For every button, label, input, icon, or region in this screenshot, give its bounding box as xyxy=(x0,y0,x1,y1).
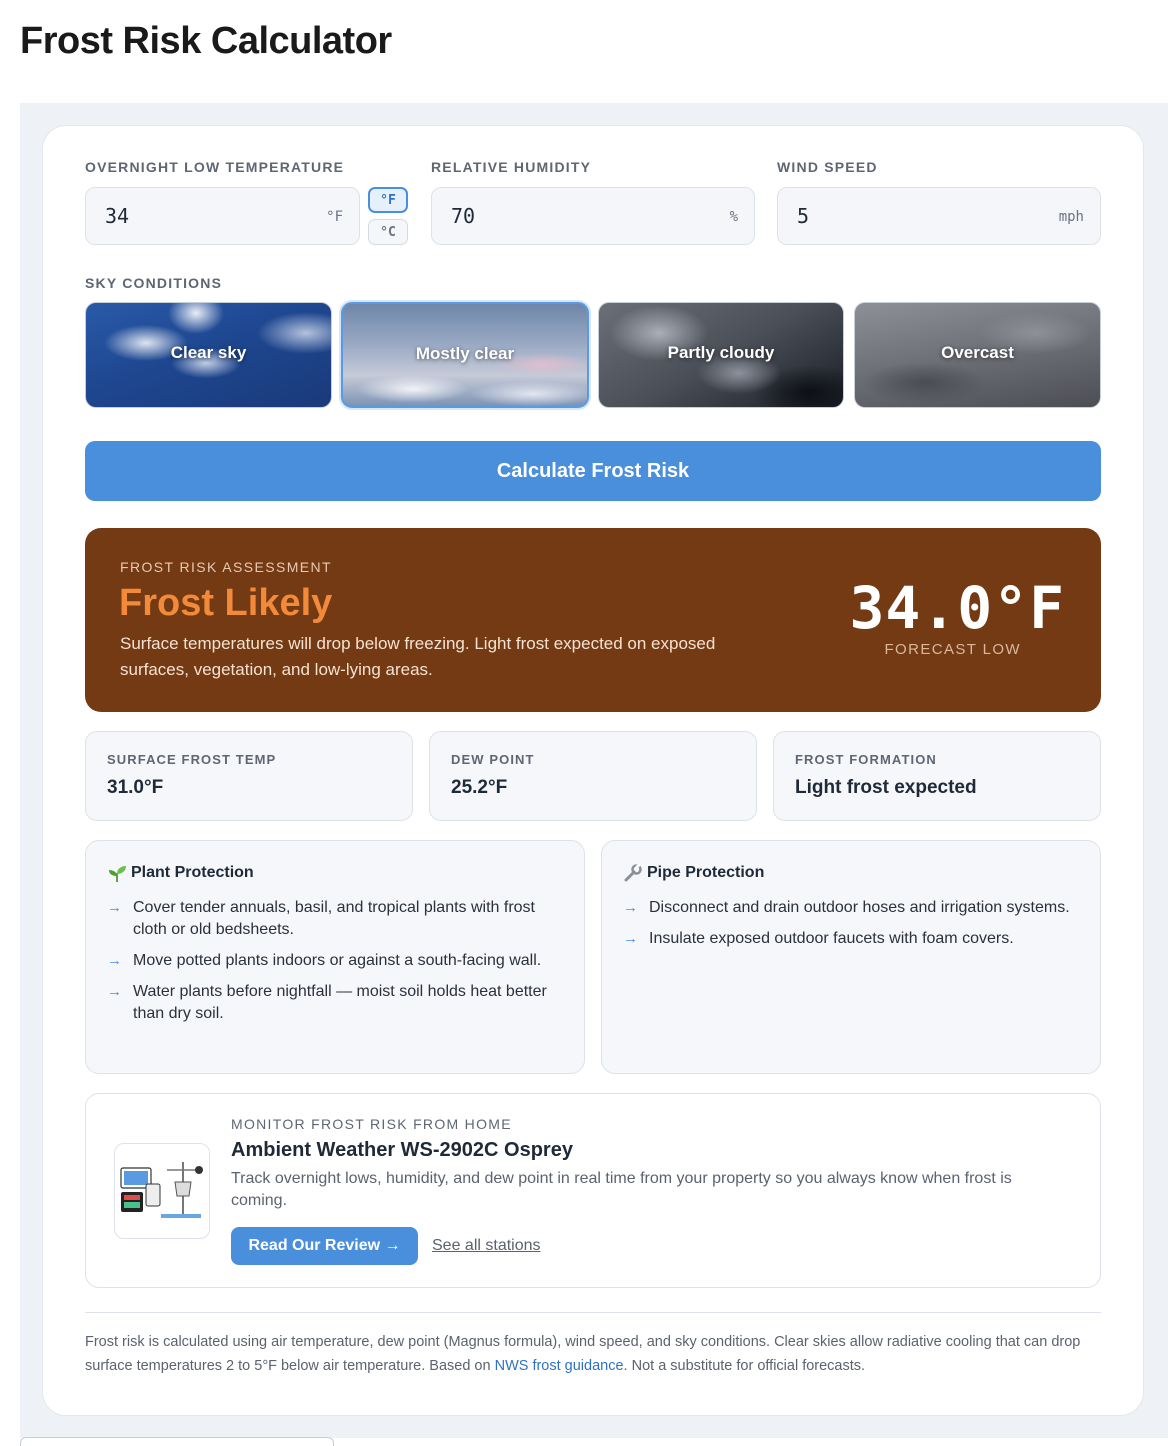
pipe-protection-card: Pipe Protection → Disconnect and drain ou… xyxy=(601,840,1101,1074)
promo-title: Ambient Weather WS-2902C Osprey xyxy=(231,1139,573,1161)
list-item: → Water plants before nightfall — moist s… xyxy=(107,981,560,1025)
humidity-input[interactable]: 70 % xyxy=(431,187,755,245)
forecast-low-value: 34.0°F xyxy=(849,574,1065,642)
sky-option-label: Overcast xyxy=(941,343,1014,362)
stat-label: DEW POINT xyxy=(451,752,535,767)
temperature-input[interactable]: 34 °F xyxy=(85,187,360,245)
plant-protection-heading: Plant Protection xyxy=(107,864,254,882)
weather-station-illustration xyxy=(120,1162,203,1218)
sky-option-overcast[interactable]: Overcast xyxy=(854,302,1101,408)
dew-point-card: DEW POINT 25.2°F xyxy=(429,731,757,821)
list-item: → Disconnect and drain outdoor hoses and … xyxy=(623,897,1076,919)
stat-value: Light frost expected xyxy=(795,777,977,798)
wind-unit: mph xyxy=(1058,209,1084,225)
sky-option-label: Partly cloudy xyxy=(667,343,775,362)
weather-station-image xyxy=(114,1143,210,1239)
sky-option-label: Clear sky xyxy=(170,343,247,362)
plant-tips-list: → Cover tender annuals, basil, and tropic… xyxy=(107,897,560,1034)
wind-label: WIND SPEED xyxy=(777,159,878,175)
arrow-right-icon: → xyxy=(107,899,122,916)
list-item: → Cover tender annuals, basil, and tropic… xyxy=(107,897,560,941)
result-title: Frost Likely xyxy=(119,582,333,624)
pipe-protection-heading: Pipe Protection xyxy=(623,864,764,882)
methodology-footnote: Frost risk is calculated using air tempe… xyxy=(85,1330,1105,1378)
promo-eyebrow: MONITOR FROST RISK FROM HOME xyxy=(231,1116,512,1132)
tip-text: Water plants before nightfall — moist so… xyxy=(133,983,547,1022)
arrow-right-icon: → xyxy=(623,899,638,916)
plant-protection-title: Plant Protection xyxy=(131,864,254,881)
result-description: Surface temperatures will drop below fre… xyxy=(120,634,716,679)
pipe-protection-title: Pipe Protection xyxy=(647,864,765,881)
tip-text: Disconnect and drain outdoor hoses and i… xyxy=(649,899,1070,916)
temperature-unit: °F xyxy=(326,209,343,225)
next-section-tab xyxy=(20,1437,334,1446)
nws-guidance-link[interactable]: NWS frost guidance xyxy=(495,1358,624,1374)
stat-value: 31.0°F xyxy=(107,777,164,798)
frost-formation-card: FROST FORMATION Light frost expected xyxy=(773,731,1101,821)
humidity-unit: % xyxy=(729,209,738,225)
frost-risk-result: FROST RISK ASSESSMENT Frost Likely Surfa… xyxy=(85,528,1101,712)
footnote-text-end: . Not a substitute for official forecast… xyxy=(623,1358,866,1374)
page-title: Frost Risk Calculator xyxy=(20,20,392,62)
stat-label: FROST FORMATION xyxy=(795,752,937,767)
list-item: → Insulate exposed outdoor faucets with f… xyxy=(623,928,1076,950)
celsius-toggle[interactable]: °C xyxy=(368,219,408,245)
wind-input[interactable]: 5 mph xyxy=(777,187,1101,245)
arrow-right-icon: → xyxy=(623,930,638,947)
wind-value: 5 xyxy=(797,204,810,228)
stat-value: 25.2°F xyxy=(451,777,508,798)
divider xyxy=(85,1312,1101,1313)
sky-option-clear[interactable]: Clear sky xyxy=(85,302,332,408)
sky-option-label: Mostly clear xyxy=(415,344,515,363)
forecast-low-label: FORECAST LOW xyxy=(884,641,1021,658)
temperature-label: OVERNIGHT LOW TEMPERATURE xyxy=(85,159,345,175)
fahrenheit-toggle[interactable]: °F xyxy=(368,187,408,213)
arrow-right-icon: → xyxy=(107,952,122,969)
read-review-button[interactable]: Read Our Review → xyxy=(231,1227,418,1265)
humidity-value: 70 xyxy=(451,204,476,228)
plant-protection-card: Plant Protection → Cover tender annuals, … xyxy=(85,840,585,1074)
see-all-stations-link[interactable]: See all stations xyxy=(432,1237,541,1255)
sky-option-mostly-clear[interactable]: Mostly clear xyxy=(341,302,589,408)
list-item: → Move potted plants indoors or against a… xyxy=(107,950,560,972)
result-eyebrow: FROST RISK ASSESSMENT xyxy=(120,559,332,575)
arrow-right-icon: → xyxy=(107,983,122,1000)
sky-option-partly-cloudy[interactable]: Partly cloudy xyxy=(598,302,844,408)
calculate-button[interactable]: Calculate Frost Risk xyxy=(85,441,1101,501)
tip-text: Move potted plants indoors or against a … xyxy=(133,952,542,969)
temperature-value: 34 xyxy=(105,204,130,228)
wrench-icon xyxy=(624,864,642,882)
humidity-label: RELATIVE HUMIDITY xyxy=(431,159,592,175)
tip-text: Cover tender annuals, basil, and tropica… xyxy=(133,899,535,938)
promo-description: Track overnight lows, humidity, and dew … xyxy=(231,1170,1012,1209)
surface-frost-temp-card: SURFACE FROST TEMP 31.0°F xyxy=(85,731,413,821)
sky-label: SKY CONDITIONS xyxy=(85,275,223,291)
weather-station-promo: MONITOR FROST RISK FROM HOME Ambient Wea… xyxy=(85,1093,1101,1288)
pipe-tips-list: → Disconnect and drain outdoor hoses and … xyxy=(623,897,1076,959)
seedling-icon xyxy=(109,866,126,882)
tip-text: Insulate exposed outdoor faucets with fo… xyxy=(649,930,1014,947)
stat-label: SURFACE FROST TEMP xyxy=(107,752,277,767)
